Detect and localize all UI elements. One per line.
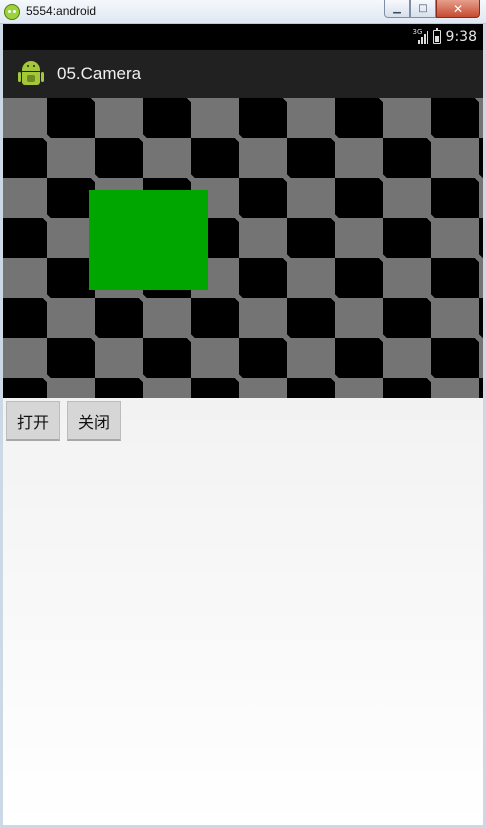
signal-icon: 3G xyxy=(412,28,428,44)
maximize-button[interactable]: □ xyxy=(410,0,436,18)
open-camera-button[interactable]: 打开 xyxy=(6,401,61,441)
android-screen: 3G 9:38 05.Camera 打开 关闭 xyxy=(3,24,483,825)
battery-icon xyxy=(432,28,441,44)
status-bar: 3G 9:38 xyxy=(3,24,483,50)
green-overlay-rectangle xyxy=(89,190,208,290)
window-controls: ▁ □ ✕ xyxy=(384,0,480,20)
content-area xyxy=(3,398,483,825)
button-row: 打开 关闭 xyxy=(6,401,122,441)
android-robot-icon[interactable] xyxy=(17,59,45,89)
window-titlebar[interactable]: 5554:android ▁ □ ✕ xyxy=(0,0,486,24)
camera-preview[interactable] xyxy=(3,98,483,398)
app-title: 05.Camera xyxy=(57,64,142,83)
close-window-button[interactable]: ✕ xyxy=(436,0,480,18)
close-camera-button[interactable]: 关闭 xyxy=(67,401,122,441)
action-bar: 05.Camera xyxy=(3,50,483,98)
window-title: 5554:android xyxy=(26,4,97,18)
emulator-app-icon xyxy=(4,4,20,20)
minimize-button[interactable]: ▁ xyxy=(384,0,410,18)
status-clock: 9:38 xyxy=(445,29,477,45)
network-type-label: 3G xyxy=(412,28,423,36)
checkerboard-pattern xyxy=(3,98,483,398)
